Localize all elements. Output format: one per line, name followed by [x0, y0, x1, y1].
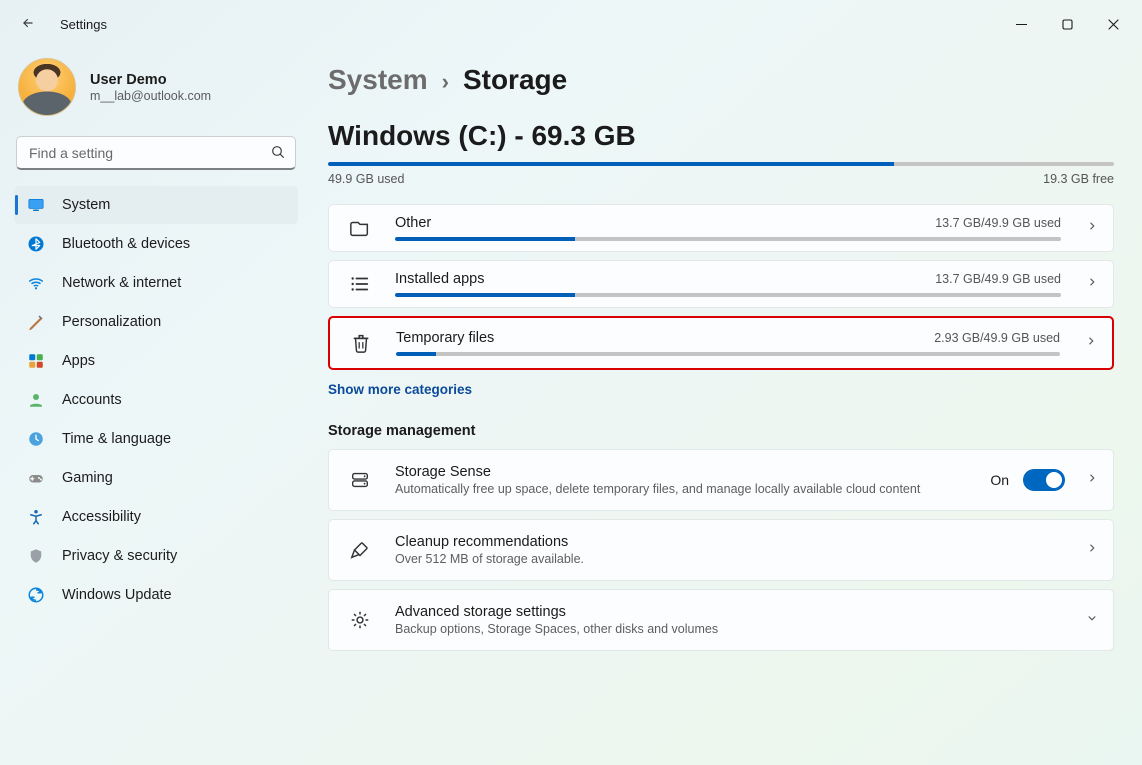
breadcrumb-parent[interactable]: System — [328, 64, 428, 96]
storage-management-heading: Storage management — [328, 423, 1114, 439]
window-close-button[interactable] — [1090, 8, 1136, 40]
sidebar-item-gaming[interactable]: Gaming — [14, 459, 298, 497]
breadcrumb-current: Storage — [463, 64, 567, 96]
sidebar-item-bluetooth-devices[interactable]: Bluetooth & devices — [14, 225, 298, 263]
chevron-right-icon: › — [442, 69, 449, 95]
category-meta: 2.93 GB/49.9 GB used — [934, 331, 1060, 345]
chevron-right-icon — [1079, 541, 1099, 560]
show-more-categories-link[interactable]: Show more categories — [328, 382, 1114, 397]
sidebar-item-label: System — [62, 197, 110, 213]
category-bar — [396, 352, 1060, 356]
trash-icon — [344, 332, 378, 354]
management-item-advanced-storage-settings[interactable]: Advanced storage settings Backup options,… — [328, 589, 1114, 651]
user-block[interactable]: User Demo m__lab@outlook.com — [14, 54, 298, 132]
management-item-storage-sense[interactable]: Storage Sense Automatically free up space… — [328, 449, 1114, 511]
chevron-right-icon — [1079, 471, 1099, 490]
sidebar-item-system[interactable]: System — [14, 186, 298, 224]
apps-icon — [26, 351, 46, 371]
user-name: User Demo — [90, 72, 211, 88]
category-meta: 13.7 GB/49.9 GB used — [935, 272, 1061, 286]
storage-categories: Other 13.7 GB/49.9 GB used Installed apps 1… — [328, 204, 1114, 370]
sidebar-item-network-internet[interactable]: Network & internet — [14, 264, 298, 302]
sidebar-item-accounts[interactable]: Accounts — [14, 381, 298, 419]
bluetooth-icon — [26, 234, 46, 254]
sidebar-item-label: Gaming — [62, 470, 113, 486]
management-desc: Backup options, Storage Spaces, other di… — [395, 622, 995, 636]
category-meta: 13.7 GB/49.9 GB used — [935, 216, 1061, 230]
sidebar-item-label: Network & internet — [62, 275, 181, 291]
category-bar — [395, 237, 1061, 241]
sidebar-item-label: Personalization — [62, 314, 161, 330]
sidebar-item-time-language[interactable]: Time & language — [14, 420, 298, 458]
sidebar-item-accessibility[interactable]: Accessibility — [14, 498, 298, 536]
accessibility-icon — [26, 507, 46, 527]
toggle-switch[interactable] — [1023, 469, 1065, 491]
sidebar-item-personalization[interactable]: Personalization — [14, 303, 298, 341]
management-item-cleanup-recommendations[interactable]: Cleanup recommendations Over 512 MB of st… — [328, 519, 1114, 581]
window-title: Settings — [60, 17, 107, 32]
gear-icon — [343, 609, 377, 631]
sidebar-item-label: Bluetooth & devices — [62, 236, 190, 252]
drive-usage-fill — [328, 162, 894, 166]
folder-icon — [343, 217, 377, 239]
drive-title: Windows (C:) - 69.3 GB — [328, 120, 1114, 152]
chevron-down-icon — [1079, 611, 1099, 630]
management-title: Storage Sense — [395, 464, 972, 480]
search-box — [16, 136, 296, 170]
time-icon — [26, 429, 46, 449]
sidebar-item-label: Accounts — [62, 392, 122, 408]
sidebar-item-label: Windows Update — [62, 587, 172, 603]
window-minimize-button[interactable] — [998, 8, 1044, 40]
toggle-label: On — [990, 472, 1009, 488]
category-title: Temporary files — [396, 330, 494, 346]
sidebar-item-privacy-security[interactable]: Privacy & security — [14, 537, 298, 575]
management-desc: Automatically free up space, delete temp… — [395, 482, 972, 496]
update-icon — [26, 585, 46, 605]
avatar — [18, 58, 76, 116]
wifi-icon — [26, 273, 46, 293]
back-button[interactable] — [14, 16, 42, 33]
sidebar: User Demo m__lab@outlook.com System Bluet… — [0, 48, 312, 765]
storage-category-installed-apps[interactable]: Installed apps 13.7 GB/49.9 GB used — [328, 260, 1114, 308]
drive-used-label: 49.9 GB used — [328, 172, 404, 186]
list-icon — [343, 273, 377, 295]
storage-category-other[interactable]: Other 13.7 GB/49.9 GB used — [328, 204, 1114, 252]
nav: System Bluetooth & devices Network & inter… — [14, 186, 298, 614]
storage-category-temporary-files[interactable]: Temporary files 2.93 GB/49.9 GB used — [328, 316, 1114, 370]
sidebar-item-label: Time & language — [62, 431, 171, 447]
management-title: Cleanup recommendations — [395, 534, 1061, 550]
sidebar-item-windows-update[interactable]: Windows Update — [14, 576, 298, 614]
gaming-icon — [26, 468, 46, 488]
window-maximize-button[interactable] — [1044, 8, 1090, 40]
personalization-icon — [26, 312, 46, 332]
storage-management-list: Storage Sense Automatically free up space… — [328, 449, 1114, 651]
category-title: Installed apps — [395, 271, 484, 287]
sidebar-item-label: Privacy & security — [62, 548, 177, 564]
search-icon — [270, 144, 286, 165]
accounts-icon — [26, 390, 46, 410]
category-bar — [395, 293, 1061, 297]
search-input[interactable] — [16, 136, 296, 170]
drive-free-label: 19.3 GB free — [1043, 172, 1114, 186]
titlebar: Settings — [0, 0, 1142, 48]
chevron-right-icon — [1078, 334, 1098, 353]
disk-icon — [343, 469, 377, 491]
sidebar-item-label: Accessibility — [62, 509, 141, 525]
sidebar-item-apps[interactable]: Apps — [14, 342, 298, 380]
main: System › Storage Windows (C:) - 69.3 GB … — [312, 48, 1142, 765]
system-icon — [26, 195, 46, 215]
management-title: Advanced storage settings — [395, 604, 1061, 620]
privacy-icon — [26, 546, 46, 566]
chevron-right-icon — [1079, 219, 1099, 238]
chevron-right-icon — [1079, 275, 1099, 294]
drive-usage-bar — [328, 162, 1114, 166]
broom-icon — [343, 539, 377, 561]
sidebar-item-label: Apps — [62, 353, 95, 369]
category-title: Other — [395, 215, 431, 231]
breadcrumb: System › Storage — [328, 54, 1114, 96]
user-email: m__lab@outlook.com — [90, 89, 211, 103]
management-desc: Over 512 MB of storage available. — [395, 552, 995, 566]
window-controls — [998, 8, 1136, 40]
